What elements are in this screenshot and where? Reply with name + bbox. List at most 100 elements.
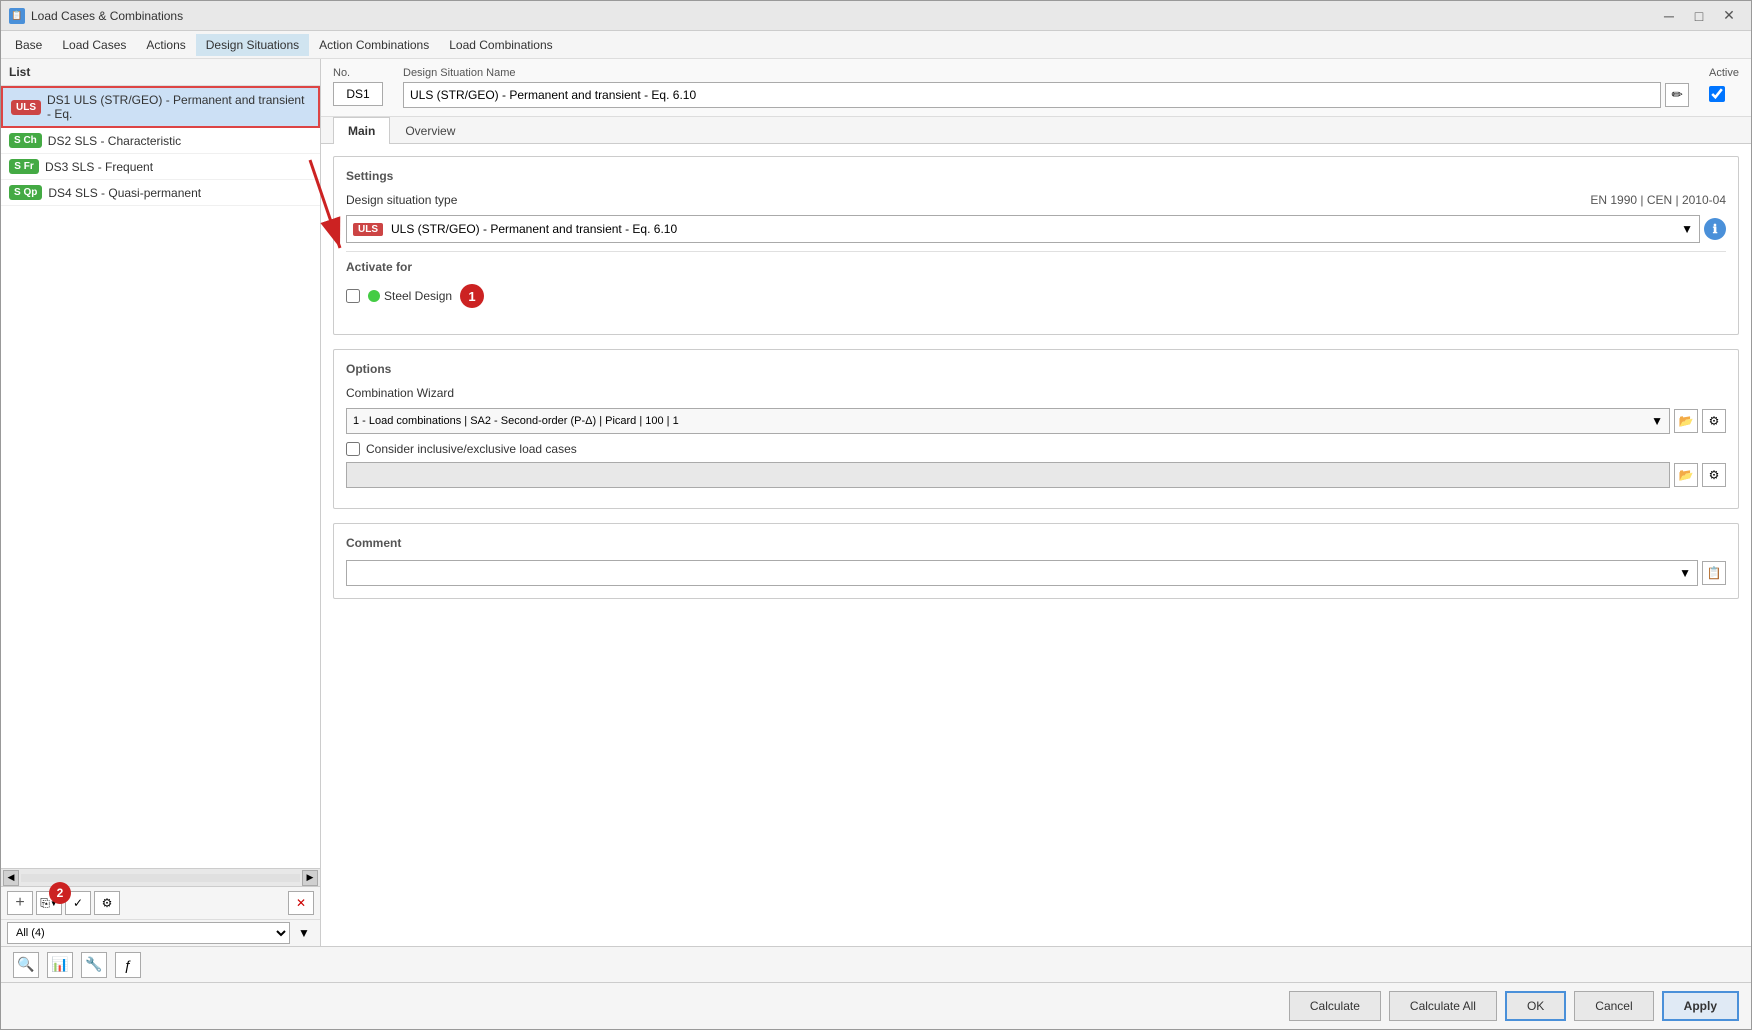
scroll-track[interactable] <box>21 874 300 882</box>
list-item-ds3[interactable]: S Fr DS3 SLS - Frequent <box>1 154 320 180</box>
menu-design-situations[interactable]: Design Situations <box>196 34 309 56</box>
badge-uls-ds1: ULS <box>11 100 41 115</box>
combo-dropdown-chevron-icon: ▼ <box>1651 414 1663 428</box>
comment-input[interactable]: ▼ <box>346 560 1698 586</box>
ds2-text: DS2 SLS - Characteristic <box>48 134 181 148</box>
inclusive-exclusive-row: Consider inclusive/exclusive load cases <box>346 442 1726 456</box>
ds-name-label: Design Situation Name <box>403 67 1689 79</box>
combo-value: 1 - Load combinations | SA2 - Second-ord… <box>353 415 1647 427</box>
combo-icon-btn-2[interactable]: ⚙ <box>1702 409 1726 433</box>
apply-button[interactable]: Apply <box>1662 991 1739 1021</box>
combo-icon-btn-1[interactable]: 📂 <box>1674 409 1698 433</box>
settings-section: Settings Design situation type EN 1990 |… <box>333 156 1739 335</box>
title-bar-left: 📋 Load Cases & Combinations <box>9 8 183 24</box>
ds-type-value: ULS (STR/GEO) - Permanent and transient … <box>391 222 1677 236</box>
info-button[interactable]: ℹ <box>1704 218 1726 240</box>
ds-type-dropdown[interactable]: ULS ULS (STR/GEO) - Permanent and transi… <box>346 215 1700 243</box>
list-item-ds1[interactable]: ULS DS1 ULS (STR/GEO) - Permanent and tr… <box>1 86 320 128</box>
grayed-combo-input <box>346 462 1670 488</box>
green-dot-icon <box>368 290 380 302</box>
uls-badge-inline: ULS <box>353 223 383 236</box>
scroll-left-arrow[interactable]: ◀ <box>3 870 19 886</box>
active-checkbox[interactable] <box>1709 86 1725 102</box>
scrollbar-area: ◀ ▶ <box>1 869 320 887</box>
dropdown-chevron-icon: ▼ <box>1681 222 1693 236</box>
grayed-icon-btn-2[interactable]: ⚙ <box>1702 463 1726 487</box>
ds-name-input-row: ✏ <box>403 82 1689 108</box>
comment-dropdown-chevron-icon: ▼ <box>1679 566 1691 580</box>
grayed-icon-btn-1[interactable]: 📂 <box>1674 463 1698 487</box>
ds-type-dropdown-row: ULS ULS (STR/GEO) - Permanent and transi… <box>346 215 1726 243</box>
tab-overview[interactable]: Overview <box>390 117 470 144</box>
options-title: Options <box>346 362 1726 376</box>
search-icon-btn[interactable]: 🔍 <box>13 952 39 978</box>
options-section: Options Combination Wizard 1 - Load comb… <box>333 349 1739 509</box>
toolbar-left: + ⎘ ▼ 2 ✓ ⚙ <box>7 891 120 915</box>
filter-select[interactable]: All (4) <box>7 922 290 944</box>
badge-sch-ds2: S Ch <box>9 133 42 148</box>
menu-load-cases[interactable]: Load Cases <box>52 34 136 56</box>
ds-header: No. DS1 Design Situation Name ✏ Active <box>321 59 1751 117</box>
ds-name-input[interactable] <box>403 82 1661 108</box>
filter-dropdown-arrow[interactable]: ▼ <box>294 923 314 943</box>
list-item-ds4[interactable]: S Qp DS4 SLS - Quasi-permanent <box>1 180 320 206</box>
activate-row: Steel Design 1 <box>346 284 1726 308</box>
standard-label: EN 1990 | CEN | 2010-04 <box>1590 193 1726 207</box>
settings-btn[interactable]: ⚙ <box>94 891 120 915</box>
cancel-button[interactable]: Cancel <box>1574 991 1653 1021</box>
steel-design-label: Steel Design <box>368 289 452 303</box>
comment-icon-btn[interactable]: 📋 <box>1702 561 1726 585</box>
tab-content: Settings Design situation type EN 1990 |… <box>321 144 1751 946</box>
menu-actions[interactable]: Actions <box>136 34 195 56</box>
close-button[interactable]: ✕ <box>1715 5 1743 27</box>
content-area: List ULS DS1 ULS (STR/GEO) - Permanent a… <box>1 59 1751 1029</box>
steel-design-checkbox[interactable] <box>346 289 360 303</box>
ok-button[interactable]: OK <box>1505 991 1566 1021</box>
calculate-button[interactable]: Calculate <box>1289 991 1381 1021</box>
bottom-toolbar: 🔍 📊 🔧 ƒ <box>1 946 1751 982</box>
copy-btn[interactable]: ⎘ ▼ 2 <box>36 891 62 915</box>
app-icon: 📋 <box>9 8 25 24</box>
ds4-text: DS4 SLS - Quasi-permanent <box>48 186 201 200</box>
divider <box>346 251 1726 252</box>
menu-action-combinations[interactable]: Action Combinations <box>309 34 439 56</box>
combo-wizard-label-row: Combination Wizard <box>346 386 1726 400</box>
list-items: ULS DS1 ULS (STR/GEO) - Permanent and tr… <box>1 86 320 868</box>
activate-for-title: Activate for <box>346 260 1726 274</box>
menu-bar: Base Load Cases Actions Design Situation… <box>1 31 1751 59</box>
ds1-text: DS1 ULS (STR/GEO) - Permanent and transi… <box>47 93 310 121</box>
badge-sqp-ds4: S Qp <box>9 185 42 200</box>
right-panel: No. DS1 Design Situation Name ✏ Active <box>321 59 1751 946</box>
title-bar: 📋 Load Cases & Combinations ─ □ ✕ <box>1 1 1751 31</box>
filter-row: All (4) ▼ <box>1 919 320 946</box>
list-header: List <box>1 59 320 86</box>
toolbar-row: + ⎘ ▼ 2 ✓ ⚙ ✕ <box>1 887 320 919</box>
scroll-right-arrow[interactable]: ▶ <box>302 870 318 886</box>
model-icon-btn[interactable]: 🔧 <box>81 952 107 978</box>
window-title: Load Cases & Combinations <box>31 9 183 23</box>
title-controls: ─ □ ✕ <box>1655 5 1743 27</box>
minimize-button[interactable]: ─ <box>1655 5 1683 27</box>
no-label: No. <box>333 67 383 79</box>
ds-name-section: Design Situation Name ✏ <box>403 67 1689 108</box>
left-panel: List ULS DS1 ULS (STR/GEO) - Permanent a… <box>1 59 321 946</box>
badge-sfr-ds3: S Fr <box>9 159 39 174</box>
tab-main[interactable]: Main <box>333 117 390 144</box>
copy-icon: ⎘ <box>40 896 50 911</box>
comment-row: ▼ 📋 <box>346 560 1726 586</box>
formula-icon-btn[interactable]: ƒ <box>115 952 141 978</box>
maximize-button[interactable]: □ <box>1685 5 1713 27</box>
calculate-all-button[interactable]: Calculate All <box>1389 991 1497 1021</box>
table-icon-btn[interactable]: 📊 <box>47 952 73 978</box>
footer-buttons: Calculate Calculate All OK Cancel Apply <box>1 982 1751 1029</box>
main-area: List ULS DS1 ULS (STR/GEO) - Permanent a… <box>1 59 1751 946</box>
menu-load-combinations[interactable]: Load Combinations <box>439 34 562 56</box>
delete-btn[interactable]: ✕ <box>288 891 314 915</box>
add-item-btn[interactable]: + <box>7 891 33 915</box>
menu-base[interactable]: Base <box>5 34 52 56</box>
inclusive-exclusive-label: Consider inclusive/exclusive load cases <box>366 442 577 456</box>
inclusive-exclusive-checkbox[interactable] <box>346 442 360 456</box>
ds-edit-button[interactable]: ✏ <box>1665 83 1689 107</box>
combo-wizard-input[interactable]: 1 - Load combinations | SA2 - Second-ord… <box>346 408 1670 434</box>
list-item-ds2[interactable]: S Ch DS2 SLS - Characteristic <box>1 128 320 154</box>
